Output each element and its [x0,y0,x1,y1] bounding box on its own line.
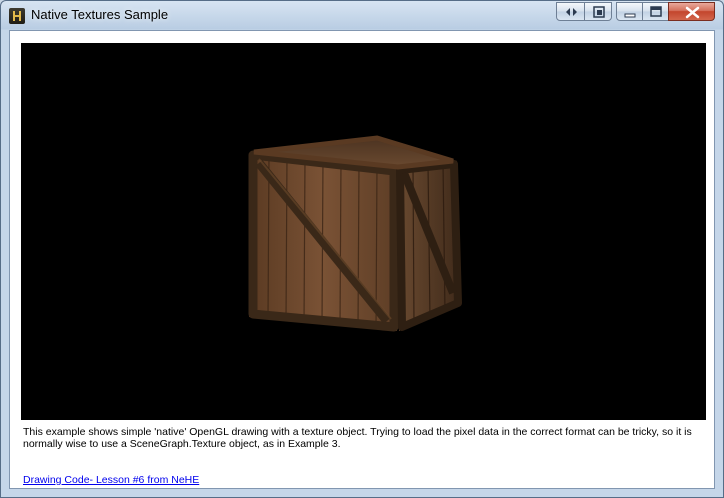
minimize-button[interactable] [616,2,643,21]
wooden-crate [248,135,462,332]
maximize-icon [650,6,662,17]
drawing-code-link[interactable]: Drawing Code- Lesson #6 from NeHE [23,474,199,486]
close-button[interactable] [668,2,715,21]
arrows-icon [566,8,577,16]
opengl-viewport[interactable] [21,43,706,420]
maximize-button[interactable] [642,2,669,21]
description-text: This example shows simple 'native' OpenG… [23,426,692,450]
close-icon [685,6,700,19]
extra-caption-button-1[interactable] [556,2,585,21]
extra-caption-button-2[interactable] [584,2,612,21]
title-bar[interactable]: Native Textures Sample [1,1,723,29]
app-icon[interactable] [9,8,25,24]
app-window: Native Textures Sample This example show… [0,0,724,498]
minimize-icon [624,13,636,18]
client-area: This example shows simple 'native' OpenG… [9,30,715,489]
window-switch-icon [593,6,605,18]
window-title: Native Textures Sample [31,7,169,22]
